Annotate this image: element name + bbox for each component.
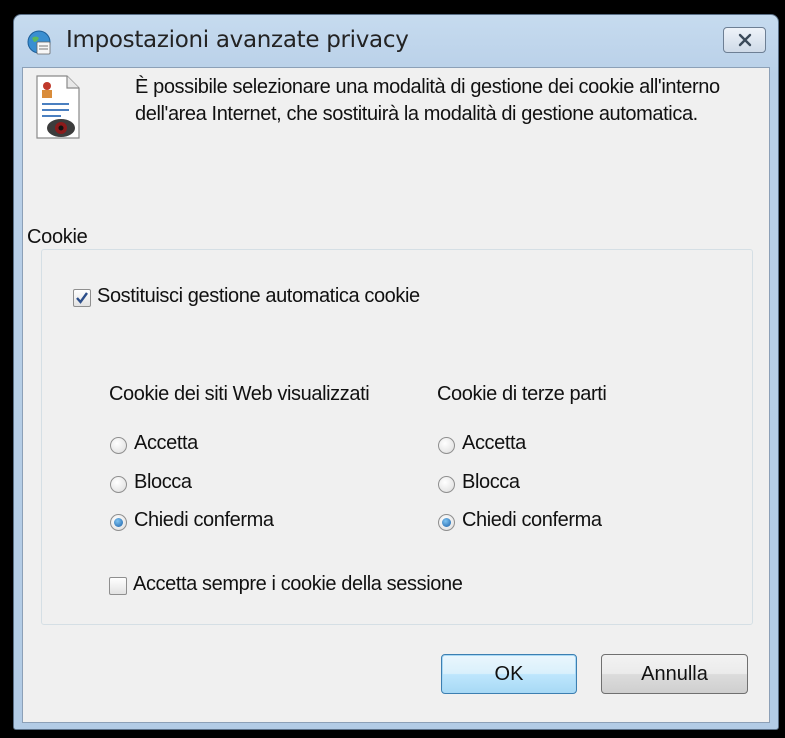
first-party-prompt-radio[interactable] xyxy=(110,514,127,531)
first-party-block-radio[interactable] xyxy=(110,476,127,493)
close-icon xyxy=(738,33,752,47)
override-automatic-cookie-checkbox[interactable] xyxy=(73,289,91,307)
privacy-document-icon xyxy=(31,72,87,144)
first-party-prompt-label[interactable]: Chiedi conferma xyxy=(134,509,274,532)
close-button[interactable] xyxy=(723,27,766,53)
third-party-accept-label[interactable]: Accetta xyxy=(462,432,526,455)
third-party-prompt-radio[interactable] xyxy=(438,514,455,531)
first-party-accept-radio[interactable] xyxy=(110,437,127,454)
checkmark-icon xyxy=(76,292,88,304)
third-party-accept-radio[interactable] xyxy=(438,437,455,454)
globe-privacy-icon xyxy=(26,29,52,55)
first-party-accept-label[interactable]: Accetta xyxy=(134,432,198,455)
third-party-prompt-label[interactable]: Chiedi conferma xyxy=(462,509,602,532)
cancel-button[interactable]: Annulla xyxy=(601,654,748,694)
dialog-client-area: È possibile selezionare una modalità di … xyxy=(22,67,770,723)
first-party-block-label[interactable]: Blocca xyxy=(134,471,192,494)
third-party-block-radio[interactable] xyxy=(438,476,455,493)
title-bar: Impostazioni avanzate privacy xyxy=(14,15,778,65)
ok-button[interactable]: OK xyxy=(441,654,577,694)
third-party-heading: Cookie di terze parti xyxy=(437,383,607,405)
always-accept-session-cookies-checkbox[interactable] xyxy=(109,577,127,595)
dialog-window: Impostazioni avanzate privacy È possibil… xyxy=(13,14,779,730)
first-party-heading: Cookie dei siti Web visualizzati xyxy=(109,383,370,405)
window-title: Impostazioni avanzate privacy xyxy=(66,27,409,53)
third-party-block-label[interactable]: Blocca xyxy=(462,471,520,494)
always-accept-session-cookies-label[interactable]: Accetta sempre i cookie della sessione xyxy=(133,573,463,596)
override-automatic-cookie-label[interactable]: Sostituisci gestione automatica cookie xyxy=(97,285,420,308)
cookie-group-label: Cookie xyxy=(27,226,92,249)
description-text: È possibile selezionare una modalità di … xyxy=(135,76,720,125)
